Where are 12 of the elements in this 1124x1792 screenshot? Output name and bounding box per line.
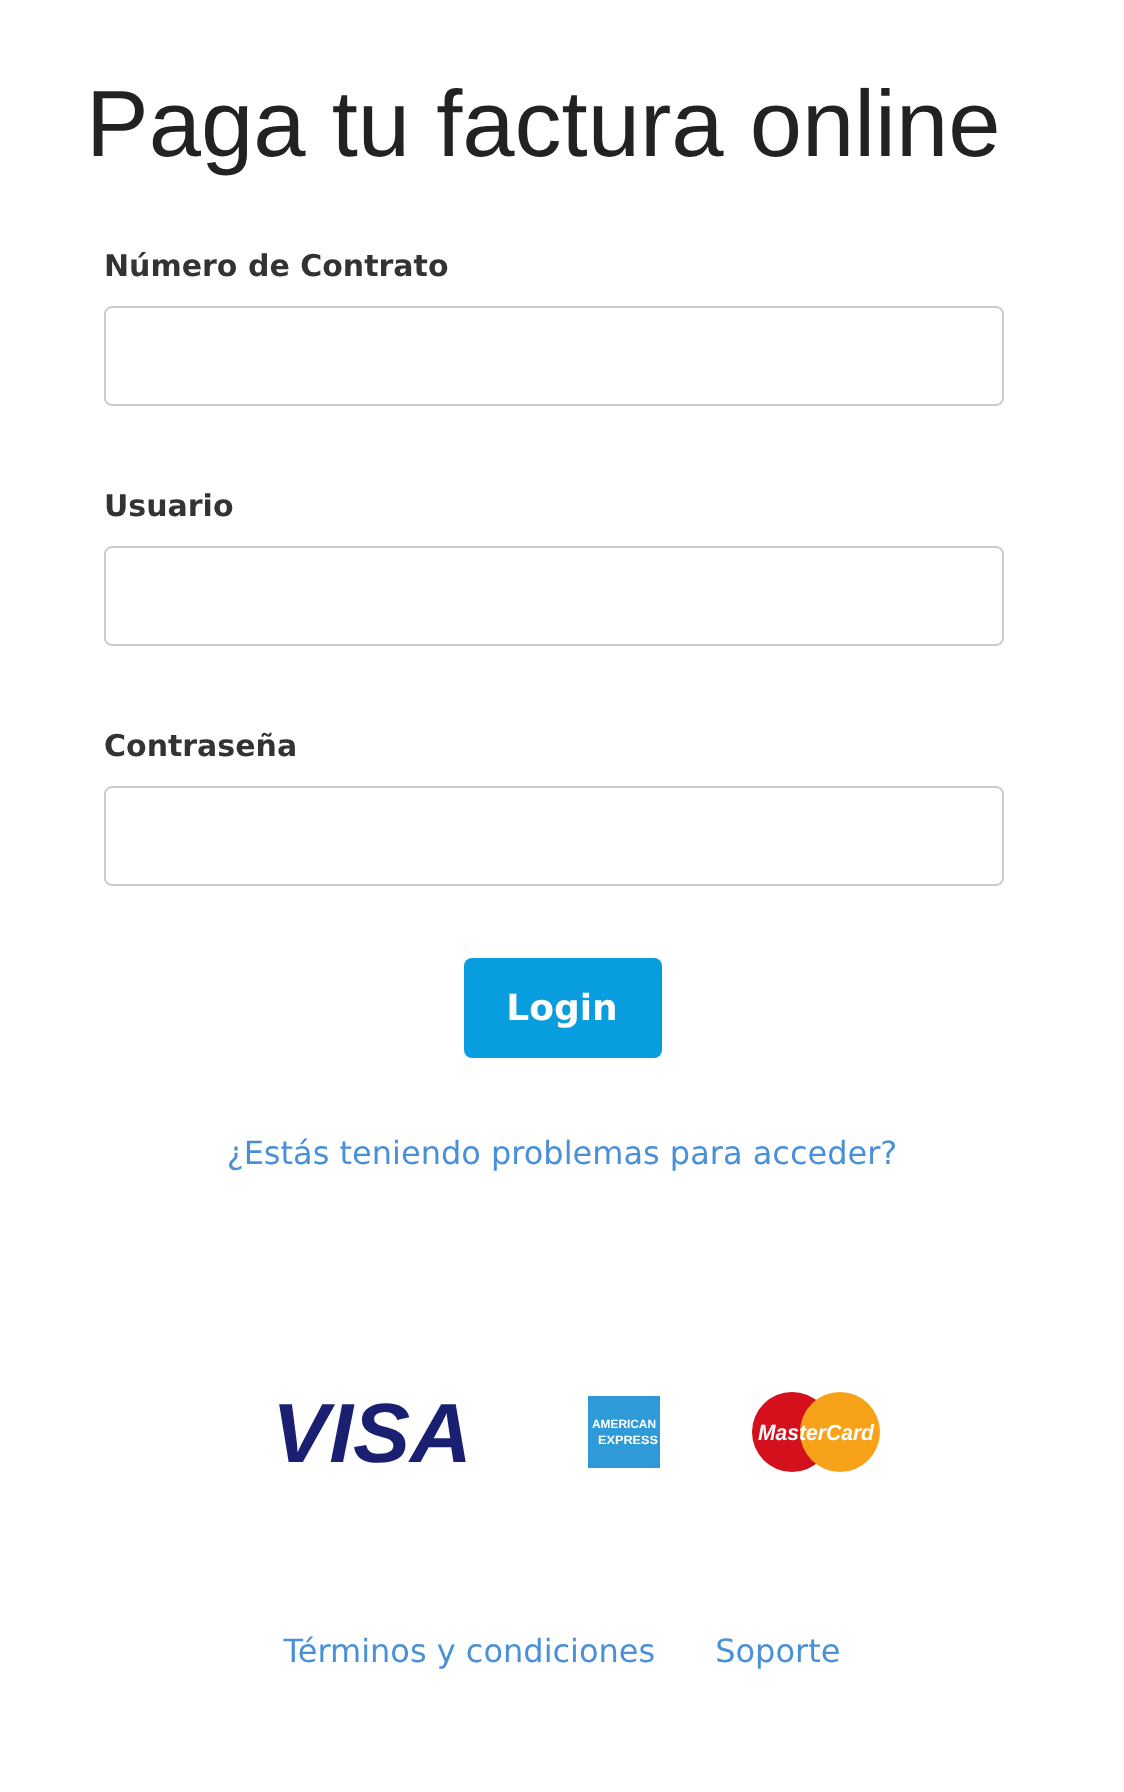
footer-link[interactable]: Soporte [715,1632,841,1670]
field-label: Número de Contrato [104,246,449,288]
input-field[interactable] [104,546,1004,646]
input-field[interactable] [104,306,1004,406]
footer-link[interactable]: Términos y condiciones [283,1632,656,1670]
field-label: Contraseña [104,726,298,768]
login-button[interactable]: Login [463,958,661,1058]
page-title: Paga tu factura online [86,68,1003,180]
field-label: Usuario [104,486,234,528]
input-field[interactable] [104,786,1004,886]
visa-logo: VISA [264,1394,496,1470]
help-link[interactable]: ¿Estás teniendo problemas para acceder? [226,1134,898,1172]
